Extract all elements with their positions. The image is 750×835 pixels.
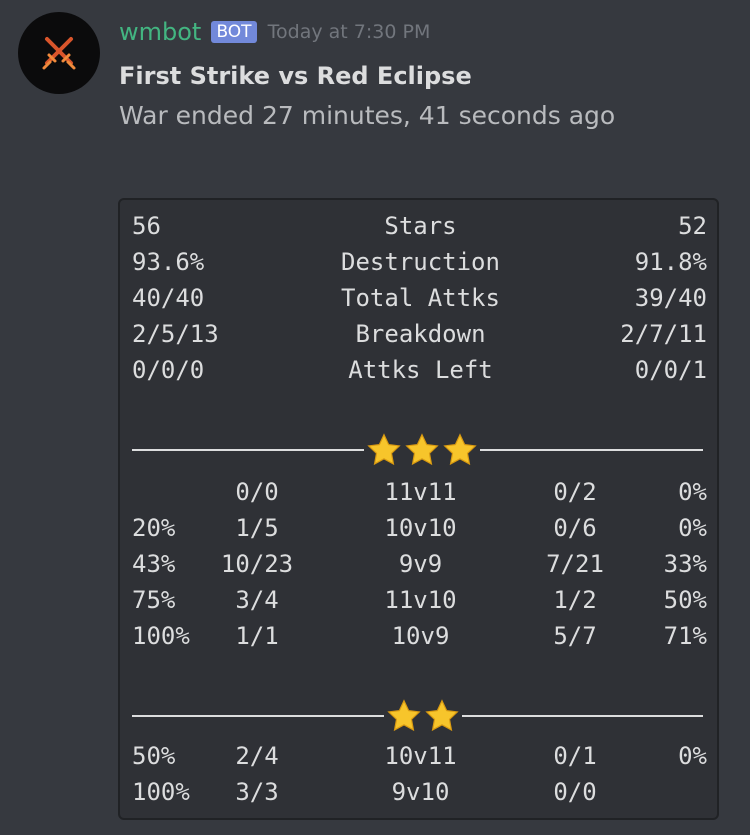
summary-row: 93.6% Destruction 91.8% bbox=[120, 244, 721, 280]
section-divider-left bbox=[132, 449, 364, 451]
summary-row: 0/0/0 Attks Left 0/0/1 bbox=[120, 352, 721, 388]
two-star-row: 50% 2/4 10v11 0/1 0% bbox=[120, 738, 721, 774]
message-subtitle: War ended 27 minutes, 41 seconds ago bbox=[119, 101, 616, 130]
star-icon bbox=[367, 433, 401, 466]
defender-ratio: 0/2 bbox=[553, 478, 597, 506]
defender-hit-rate: 71% bbox=[663, 622, 707, 650]
defender-hit-rate: 0% bbox=[678, 478, 707, 506]
th-matchup: 11v10 bbox=[384, 586, 457, 614]
defender-ratio: 1/2 bbox=[553, 586, 597, 614]
th-matchup: 9v9 bbox=[398, 550, 443, 578]
th-matchup: 10v10 bbox=[384, 514, 457, 542]
message-title: First Strike vs Red Eclipse bbox=[119, 62, 472, 90]
section-divider-right bbox=[480, 449, 703, 451]
star-icon bbox=[443, 433, 477, 466]
summary-right-value: 52 bbox=[678, 212, 707, 240]
three-star-row: 100% 1/1 10v9 5/7 71% bbox=[120, 618, 721, 654]
section-divider-left bbox=[132, 715, 384, 717]
section-divider-right bbox=[462, 715, 703, 717]
defender-ratio: 0/1 bbox=[553, 742, 597, 770]
bot-avatar[interactable] bbox=[18, 12, 100, 94]
summary-label: Total Attks bbox=[341, 284, 500, 312]
summary-right-value: 91.8% bbox=[634, 248, 707, 276]
summary-right-value: 39/40 bbox=[634, 284, 707, 312]
th-matchup: 10v9 bbox=[391, 622, 450, 650]
message-header: wmbot BOT Today at 7:30 PM bbox=[119, 18, 430, 46]
defender-hit-rate: 0% bbox=[678, 742, 707, 770]
summary-label: Stars bbox=[384, 212, 457, 240]
star-icon bbox=[387, 699, 421, 732]
defender-ratio: 0/6 bbox=[553, 514, 597, 542]
crossed-swords-icon bbox=[42, 37, 76, 70]
defender-ratio: 0/0 bbox=[553, 778, 597, 806]
war-stats-codeblock: 56 Stars 52 93.6% Destruction 91.8% 40/40 Total… bbox=[118, 198, 719, 820]
summary-label: Destruction bbox=[341, 248, 500, 276]
star-icon bbox=[405, 433, 439, 466]
star-icon bbox=[425, 699, 459, 732]
three-star-row: 0/0 11v11 0/2 0% bbox=[120, 474, 721, 510]
defender-ratio: 5/7 bbox=[553, 622, 597, 650]
summary-row: 2/5/13 Breakdown 2/7/11 bbox=[120, 316, 721, 352]
message-timestamp: Today at 7:30 PM bbox=[267, 21, 431, 43]
th-matchup: 9v10 bbox=[391, 778, 450, 806]
three-star-row: 75% 3/4 11v10 1/2 50% bbox=[120, 582, 721, 618]
summary-label: Attks Left bbox=[348, 356, 493, 384]
three-star-row: 43% 10/23 9v9 7/21 33% bbox=[120, 546, 721, 582]
two-star-row: 100% 3/3 9v10 0/0 bbox=[120, 774, 721, 810]
th-matchup: 11v11 bbox=[384, 478, 457, 506]
two-star-stars bbox=[386, 698, 460, 734]
summary-right-value: 2/7/11 bbox=[620, 320, 707, 348]
summary-row: 40/40 Total Attks 39/40 bbox=[120, 280, 721, 316]
bot-badge: BOT bbox=[211, 21, 257, 43]
summary-row: 56 Stars 52 bbox=[120, 208, 721, 244]
defender-hit-rate: 50% bbox=[663, 586, 707, 614]
three-star-row: 20% 1/5 10v10 0/6 0% bbox=[120, 510, 721, 546]
username[interactable]: wmbot bbox=[119, 18, 201, 46]
defender-hit-rate: 0% bbox=[678, 514, 707, 542]
th-matchup: 10v11 bbox=[384, 742, 457, 770]
three-star-stars bbox=[366, 432, 478, 468]
summary-right-value: 0/0/1 bbox=[634, 356, 707, 384]
defender-hit-rate: 33% bbox=[663, 550, 707, 578]
defender-ratio: 7/21 bbox=[546, 550, 604, 578]
